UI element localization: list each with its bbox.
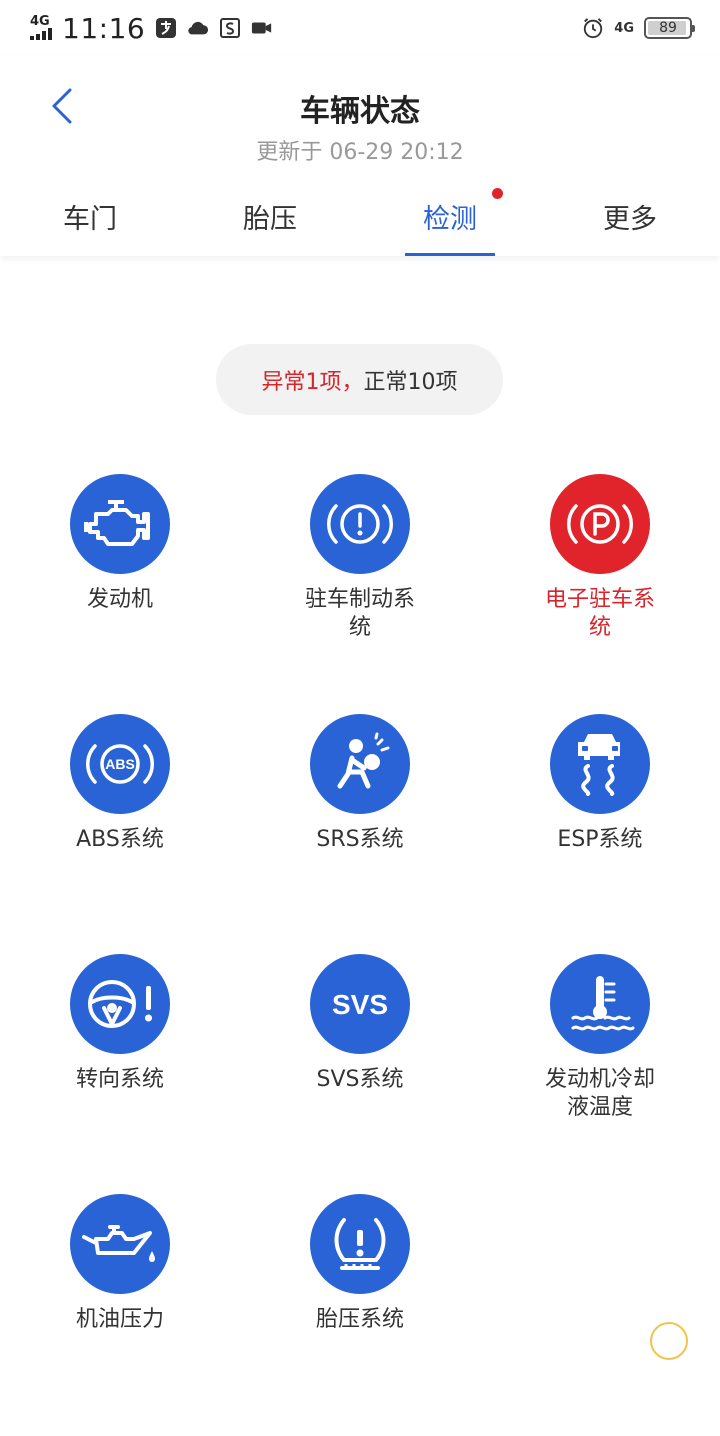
svs-icon: SVS — [332, 989, 388, 1020]
coolant-temperature-icon — [571, 976, 635, 1031]
check-label: ESP系统 — [557, 827, 643, 852]
cloud-icon — [187, 17, 209, 39]
check-label: 胎压系统 — [315, 1307, 404, 1332]
electronic-parking-icon — [567, 504, 633, 544]
check-oil-pressure[interactable]: 机油压力 — [0, 1194, 240, 1334]
signal-icon: 4G — [30, 14, 52, 40]
alarm-icon — [582, 17, 604, 39]
check-parking-brake[interactable]: 驻车制动系统 — [240, 474, 480, 642]
status-bar-left: 4G 11:16 — [30, 12, 273, 45]
battery-icon: 89 — [644, 17, 695, 39]
detection-summary: 异常1项， 正常10项 — [216, 344, 503, 415]
update-time: 更新于 06-29 20:12 — [256, 140, 464, 165]
check-srs[interactable]: SRS系统 — [240, 714, 480, 854]
floating-assistant-button[interactable] — [650, 1322, 688, 1360]
tab-more[interactable]: 更多 — [540, 176, 720, 256]
video-icon — [251, 17, 273, 39]
steering-warning-icon — [88, 980, 152, 1028]
svg-text:SVS: SVS — [332, 989, 388, 1020]
check-svs[interactable]: SVS SVS系统 — [240, 954, 480, 1094]
airbag-icon — [337, 732, 390, 789]
status-bar: 4G 11:16 4G 89 — [0, 0, 720, 56]
notification-dot — [492, 188, 503, 199]
parking-brake-warning-icon — [327, 504, 393, 544]
tire-pressure-icon — [334, 1218, 386, 1270]
s-app-icon — [219, 17, 241, 39]
status-bar-right: 4G 89 — [582, 17, 695, 39]
check-label: 发动机冷却液温度 — [544, 1067, 655, 1120]
status-time: 11:16 — [62, 11, 146, 45]
abnormal-count: 异常1项， — [261, 369, 364, 395]
check-label: 驻车制动系统 — [304, 587, 415, 640]
check-engine[interactable]: 发动机 — [0, 474, 240, 614]
battery-level: 89 — [659, 20, 677, 36]
header: 车辆状态 更新于 06-29 20:12 车门 胎压 检测 更多 — [0, 56, 720, 256]
check-label: ABS系统 — [76, 827, 164, 852]
check-label: 发动机 — [86, 587, 153, 612]
right-network-type: 4G — [614, 20, 634, 36]
engine-icon — [84, 500, 150, 546]
check-label: 机油压力 — [75, 1307, 164, 1332]
oil-pressure-icon — [82, 1225, 155, 1262]
page-title: 车辆状态 — [300, 94, 420, 129]
esp-skid-icon — [578, 734, 620, 796]
tab-tire-pressure[interactable]: 胎压 — [180, 176, 360, 256]
tab-doors[interactable]: 车门 — [0, 176, 180, 256]
svg-text:ABS: ABS — [105, 756, 135, 772]
tab-detection[interactable]: 检测 — [360, 176, 540, 256]
normal-count: 正常10项 — [363, 369, 458, 395]
check-electronic-parking[interactable]: 电子驻车系统 — [480, 474, 720, 642]
payment-app-icon — [155, 17, 177, 39]
check-label: 电子驻车系统 — [544, 587, 655, 640]
tab-bar: 车门 胎压 检测 更多 — [0, 176, 720, 256]
check-label: 转向系统 — [75, 1067, 164, 1092]
check-coolant-temperature[interactable]: 发动机冷却液温度 — [480, 954, 720, 1122]
abs-icon: ABS — [86, 744, 154, 784]
network-type: 4G — [30, 14, 50, 29]
check-label: SRS系统 — [316, 827, 404, 852]
check-steering[interactable]: 转向系统 — [0, 954, 240, 1094]
check-label: SVS系统 — [316, 1067, 404, 1092]
check-abs[interactable]: ABS ABS系统 — [0, 714, 240, 854]
check-tire-pressure[interactable]: 胎压系统 — [240, 1194, 480, 1334]
check-esp[interactable]: ESP系统 — [480, 714, 720, 854]
